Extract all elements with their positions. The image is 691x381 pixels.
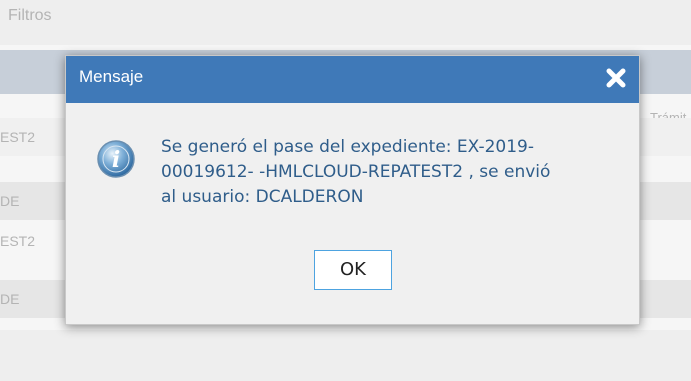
message-line: Se generó el pase del expediente: EX-201… [161, 137, 534, 157]
dialog-header: Mensaje [66, 56, 639, 103]
dialog-message: Se generó el pase del expediente: EX-201… [161, 135, 621, 210]
close-icon[interactable] [603, 65, 629, 91]
svg-text:i: i [112, 147, 120, 173]
dialog-title: Mensaje [79, 67, 144, 86]
message-line: 00019612- -HMLCLOUD-REPATEST2 , se envió [161, 162, 551, 182]
ok-button[interactable]: OK [314, 250, 392, 290]
info-icon: i [96, 139, 136, 179]
message-dialog: Mensaje i Se generó el pase del expedien… [65, 55, 640, 325]
message-line: al usuario: DCALDERON [161, 187, 364, 207]
